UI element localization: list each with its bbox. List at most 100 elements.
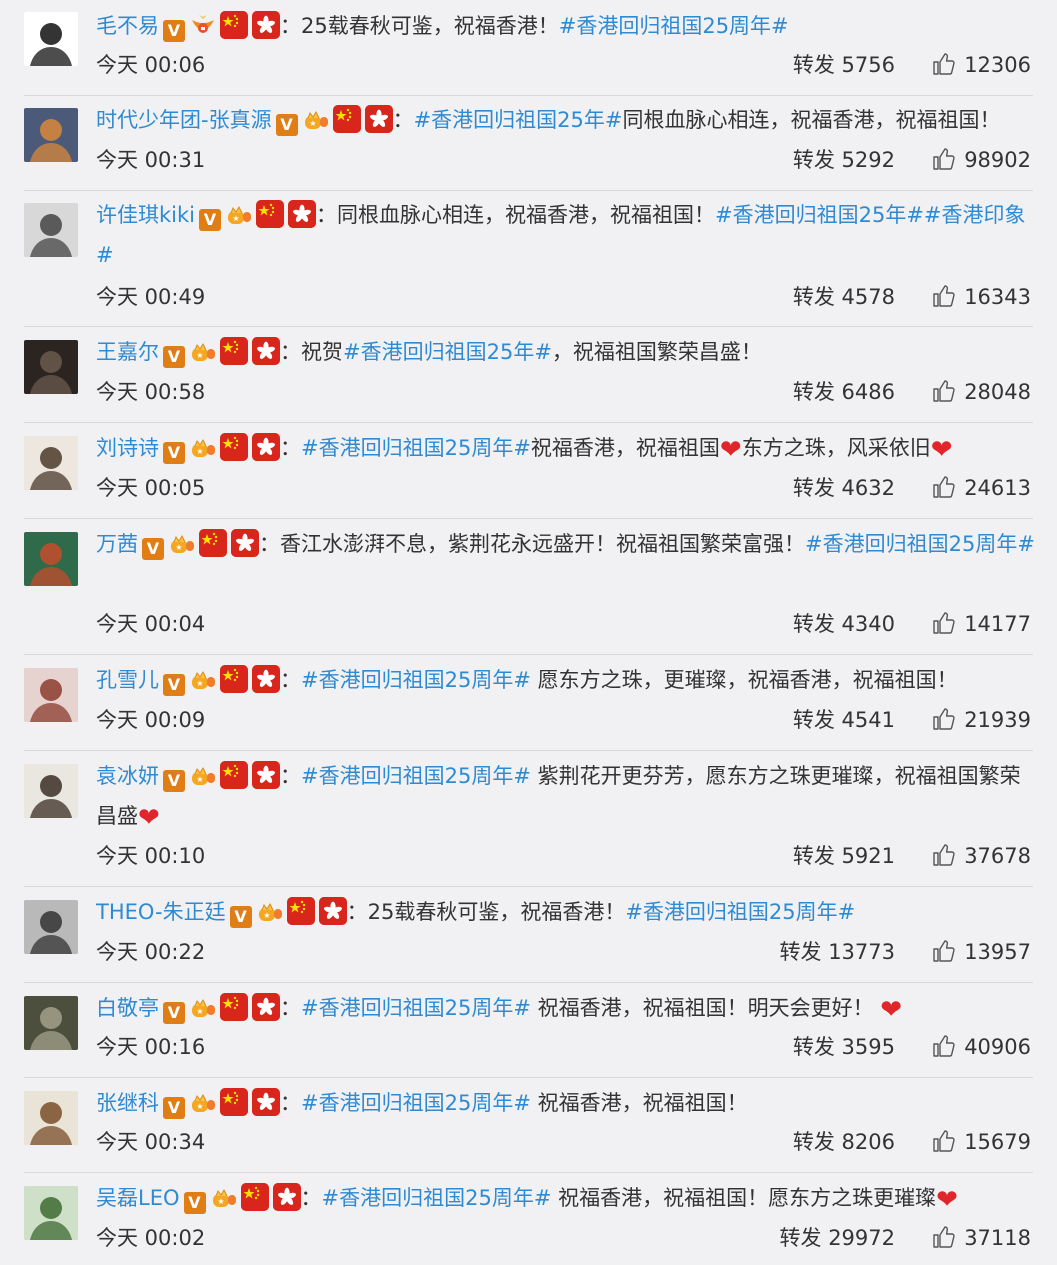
hashtag-link[interactable]: #香港回归祖国25周年# <box>301 764 531 788</box>
repost-button[interactable]: 转发 29972 <box>780 1223 895 1253</box>
username-link[interactable]: 吴磊LEO <box>96 1186 180 1210</box>
username-link[interactable]: 时代少年团-张真源 <box>96 108 272 132</box>
comment-body: 刘诗诗 V ★ ：#香港回归祖国25周年#祝福香港，祝福祖国❤东方之珠，风采依旧❤ <box>96 428 1039 470</box>
avatar[interactable] <box>24 900 78 954</box>
comment-text: ： <box>280 996 301 1020</box>
hong-kong-flag-icon <box>252 433 280 461</box>
like-button[interactable]: 15679 <box>932 1127 1031 1157</box>
hashtag-link[interactable]: #香港回归祖国25周年# <box>301 1091 531 1115</box>
hashtag-link[interactable]: #香港回归祖国25年# <box>343 340 552 364</box>
avatar[interactable] <box>24 108 78 162</box>
hashtag-link[interactable]: #香港回归祖国25周年# <box>805 532 1035 556</box>
comment-body: THEO-朱正廷 V ★ ：25载春秋可鉴，祝福香港！#香港回归祖国25周年# <box>96 892 1039 932</box>
repost-count: 3595 <box>834 1035 895 1059</box>
repost-button[interactable]: 转发 4541 <box>793 705 895 735</box>
thumbs-up-icon <box>932 148 964 172</box>
username-link[interactable]: THEO-朱正廷 <box>96 900 226 924</box>
verified-v-icon: V <box>142 538 164 560</box>
like-count: 15679 <box>964 1130 1031 1154</box>
china-flag-icon <box>220 665 248 693</box>
like-button[interactable]: 14177 <box>932 609 1031 639</box>
china-flag-icon <box>220 761 248 789</box>
svg-text:★: ★ <box>232 214 239 223</box>
verified-v-icon: V <box>163 1097 185 1119</box>
china-flag-icon <box>220 337 248 365</box>
comment-body: 白敬亭 V ★ ：#香港回归祖国25周年# 祝福香港，祝福祖国！明天会更好！ ❤ <box>96 988 1039 1030</box>
vip-crown-icon: ★ <box>190 1087 216 1112</box>
repost-button[interactable]: 转发 5756 <box>793 50 895 80</box>
avatar[interactable] <box>24 12 78 66</box>
username-link[interactable]: 张继科 <box>96 1091 159 1115</box>
like-button[interactable]: 37118 <box>932 1223 1031 1253</box>
avatar[interactable] <box>24 203 78 257</box>
like-count: 14177 <box>964 612 1031 636</box>
like-button[interactable]: 28048 <box>932 377 1031 407</box>
repost-count: 5292 <box>834 148 895 172</box>
avatar[interactable] <box>24 996 78 1050</box>
repost-button[interactable]: 转发 3595 <box>793 1032 895 1062</box>
vip-crown-icon: ★ <box>303 104 329 129</box>
divider <box>24 982 1033 983</box>
repost-button[interactable]: 转发 4578 <box>793 282 895 312</box>
like-button[interactable]: 12306 <box>932 50 1031 80</box>
thumbs-up-icon <box>932 53 964 77</box>
username-link[interactable]: 袁冰妍 <box>96 764 159 788</box>
avatar[interactable] <box>24 764 78 818</box>
like-button[interactable]: 24613 <box>932 473 1031 503</box>
hashtag-link[interactable]: #香港回归祖国25年# <box>414 108 623 132</box>
thumbs-up-icon <box>932 1035 964 1059</box>
username-link[interactable]: 毛不易 <box>96 14 159 38</box>
username-link[interactable]: 刘诗诗 <box>96 436 159 460</box>
like-button[interactable]: 13957 <box>932 937 1031 967</box>
avatar[interactable] <box>24 1186 78 1240</box>
comment-text: ：25载春秋可鉴，祝福香港！ <box>280 14 559 38</box>
repost-button[interactable]: 转发 8206 <box>793 1127 895 1157</box>
repost-button[interactable]: 转发 4632 <box>793 473 895 503</box>
hashtag-link[interactable]: #香港回归祖国25周年# <box>301 436 531 460</box>
comment-feed: 毛不易 V ：25载春秋可鉴，祝福香港！#香港回归祖国25周年# 今天 00:06 转发… <box>0 0 1057 1265</box>
hashtag-link[interactable]: #香港回归祖国25周年# <box>301 668 531 692</box>
hashtag-link[interactable]: #香港回归祖国25周年# <box>301 996 531 1020</box>
heart-emoji-icon: ❤ <box>880 995 903 1025</box>
like-button[interactable]: 16343 <box>932 282 1031 312</box>
hong-kong-flag-icon <box>252 761 280 789</box>
divider <box>24 750 1033 751</box>
repost-button[interactable]: 转发 6486 <box>793 377 895 407</box>
hashtag-link[interactable]: #香港回归祖国25周年# <box>559 14 789 38</box>
hashtag-link[interactable]: #香港回归祖国25周年# <box>322 1186 552 1210</box>
comment-text: ：祝贺 <box>280 340 343 364</box>
divider <box>24 654 1033 655</box>
username-link[interactable]: 王嘉尔 <box>96 340 159 364</box>
avatar[interactable] <box>24 340 78 394</box>
username-link[interactable]: 孔雪儿 <box>96 668 159 692</box>
username-link[interactable]: 许佳琪kiki <box>96 203 195 227</box>
repost-button[interactable]: 转发 13773 <box>780 937 895 967</box>
repost-button[interactable]: 转发 5292 <box>793 145 895 175</box>
divider <box>24 326 1033 327</box>
thumbs-up-icon <box>932 1226 964 1250</box>
avatar[interactable] <box>24 1091 78 1145</box>
vip-crown-icon: ★ <box>190 760 216 785</box>
hashtag-link[interactable]: #香港回归祖国25周年# <box>625 900 855 924</box>
username-link[interactable]: 白敬亭 <box>96 996 159 1020</box>
like-button[interactable]: 37678 <box>932 841 1031 871</box>
like-count: 37678 <box>964 844 1031 868</box>
like-button[interactable]: 40906 <box>932 1032 1031 1062</box>
like-button[interactable]: 21939 <box>932 705 1031 735</box>
avatar[interactable] <box>24 532 78 586</box>
username-link[interactable]: 万茜 <box>96 532 138 556</box>
timestamp: 今天 00:02 <box>96 1226 206 1250</box>
svg-text:★: ★ <box>196 775 203 784</box>
repost-count: 4632 <box>834 476 895 500</box>
like-button[interactable]: 98902 <box>932 145 1031 175</box>
vip-wings-icon <box>190 10 216 33</box>
repost-button[interactable]: 转发 5921 <box>793 841 895 871</box>
avatar[interactable] <box>24 668 78 722</box>
verified-v-icon: V <box>163 346 185 368</box>
repost-label: 转发 <box>779 1226 822 1250</box>
repost-count: 29972 <box>821 1226 895 1250</box>
comment-body: 时代少年团-张真源 V ★ ：#香港回归祖国25年#同根血脉心相连，祝福香港，祝福祖国… <box>96 100 1039 140</box>
repost-button[interactable]: 转发 4340 <box>793 609 895 639</box>
avatar[interactable] <box>24 436 78 490</box>
repost-count: 4340 <box>834 612 895 636</box>
